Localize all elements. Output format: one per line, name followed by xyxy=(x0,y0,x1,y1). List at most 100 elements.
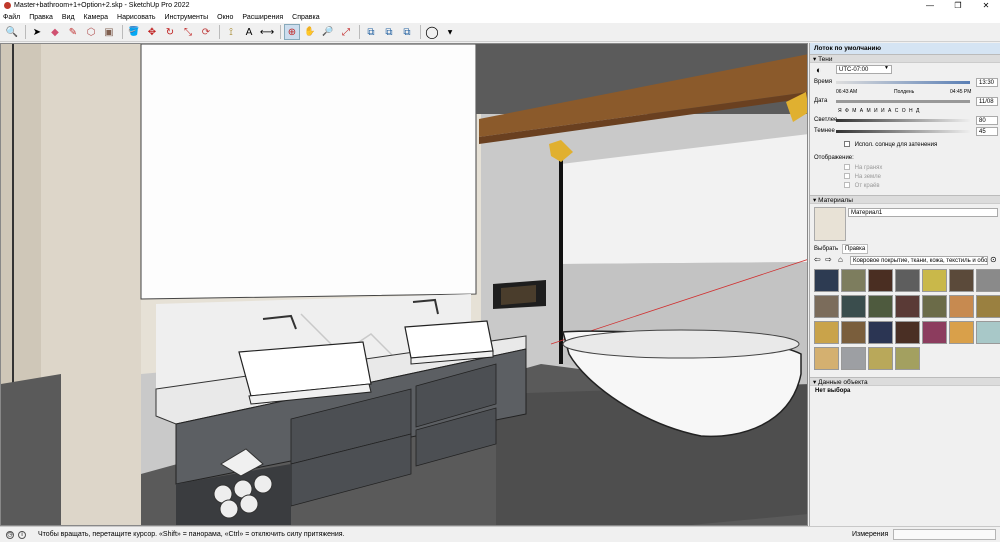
menu-tools[interactable]: Инструменты xyxy=(164,14,208,21)
from-edges-checkbox[interactable] xyxy=(844,182,850,189)
date-field[interactable]: 11/08 xyxy=(976,97,998,106)
scale-icon[interactable]: ⤡ xyxy=(180,24,196,40)
rotate-icon[interactable]: ↻ xyxy=(162,24,178,40)
entity-info-section-header[interactable]: ▾ Данные объекта xyxy=(810,377,1000,386)
material-swatch[interactable] xyxy=(814,295,839,318)
account-icon[interactable]: ◯ xyxy=(424,24,440,40)
details-icon[interactable]: ⊙ xyxy=(990,254,997,265)
info-icon[interactable]: i xyxy=(18,530,26,539)
menu-window[interactable]: Окно xyxy=(217,14,233,21)
zoom-icon[interactable]: 🔎 xyxy=(320,24,336,40)
menu-edit[interactable]: Правка xyxy=(29,14,53,21)
shadow-toggle-icon[interactable]: ◐ xyxy=(816,65,821,76)
material-swatch[interactable] xyxy=(841,269,866,292)
title-bar: Master+bathroom+1+Option+2.skp - SketchU… xyxy=(0,0,1000,11)
chevron-down-icon[interactable]: ▼ xyxy=(442,24,458,40)
text-icon[interactable]: A xyxy=(241,24,257,40)
zoom-extents-icon[interactable]: ⤢ xyxy=(338,24,354,40)
material-swatch[interactable] xyxy=(922,295,947,318)
shapes-icon[interactable]: ⬡ xyxy=(83,24,99,40)
warehouse-icon[interactable]: ⧉ xyxy=(363,24,379,40)
eraser-icon[interactable]: ◆ xyxy=(47,24,63,40)
material-swatch[interactable] xyxy=(949,269,974,292)
time-field[interactable]: 13:30 xyxy=(976,78,998,87)
material-swatch[interactable] xyxy=(976,295,1000,318)
close-button[interactable]: ✕ xyxy=(972,0,1000,11)
material-swatch[interactable] xyxy=(895,295,920,318)
material-swatch[interactable] xyxy=(868,269,893,292)
layout-icon[interactable]: ⧉ xyxy=(399,24,415,40)
toolbar-separator xyxy=(25,25,26,39)
forward-arrow-icon[interactable]: ⇨ xyxy=(825,254,832,265)
material-swatch[interactable] xyxy=(814,347,839,370)
material-swatch[interactable] xyxy=(922,269,947,292)
towel-roll xyxy=(253,474,273,494)
collection-select[interactable]: Ковровое покрытие, ткани, кожа, текстиль… xyxy=(850,256,988,265)
pushpull-icon[interactable]: ▣ xyxy=(101,24,117,40)
material-swatch[interactable] xyxy=(895,347,920,370)
material-swatch[interactable] xyxy=(868,321,893,344)
menu-help[interactable]: Справка xyxy=(292,14,319,21)
dimension-icon[interactable]: ⟷ xyxy=(259,24,275,40)
select-arrow-icon[interactable]: ➤ xyxy=(29,24,45,40)
menu-view[interactable]: Вид xyxy=(62,14,75,21)
on-faces-checkbox[interactable] xyxy=(844,164,850,171)
material-swatch[interactable] xyxy=(949,295,974,318)
maximize-button[interactable]: ❐ xyxy=(944,0,972,11)
search-icon[interactable]: 🔍 xyxy=(4,24,20,40)
menu-extensions[interactable]: Расширения xyxy=(242,14,283,21)
tray-title[interactable]: Лоток по умолчанию xyxy=(810,43,1000,54)
minimize-button[interactable]: — xyxy=(916,0,944,11)
paint-bucket-icon[interactable]: 🪣 xyxy=(126,24,142,40)
menu-draw[interactable]: Нарисовать xyxy=(117,14,155,21)
dark-field[interactable]: 45 xyxy=(976,127,998,136)
status-hint: Чтобы вращать, перетащите курсор. «Shift… xyxy=(38,531,345,538)
offset-icon[interactable]: ⟳ xyxy=(198,24,214,40)
material-swatch[interactable] xyxy=(814,269,839,292)
toolbar-separator xyxy=(219,25,220,39)
material-swatch[interactable] xyxy=(895,321,920,344)
use-sun-checkbox[interactable] xyxy=(844,141,850,148)
materials-section-header[interactable]: ▾ Материалы xyxy=(810,195,1000,204)
light-slider[interactable] xyxy=(836,119,970,122)
on-ground-checkbox[interactable] xyxy=(844,173,850,180)
months-scale: Я Ф М А М И И А С О Н Д xyxy=(838,108,920,114)
default-tray: Лоток по умолчанию ▾ Тени ◐ UTC-07:00 ▼ … xyxy=(809,43,1000,526)
bathroom-scene[interactable] xyxy=(1,44,807,525)
light-field[interactable]: 80 xyxy=(976,116,998,125)
menu-camera[interactable]: Камера xyxy=(84,14,108,21)
material-swatch[interactable] xyxy=(976,321,1000,344)
shadows-section-header[interactable]: ▾ Тени xyxy=(810,54,1000,63)
geolocation-icon[interactable]: ◷ xyxy=(6,530,14,539)
material-swatch[interactable] xyxy=(976,269,1000,292)
material-swatch[interactable] xyxy=(841,347,866,370)
time-slider[interactable] xyxy=(836,81,970,84)
model-viewport[interactable] xyxy=(0,43,808,526)
tab-edit[interactable]: Правка xyxy=(842,244,869,254)
date-slider[interactable] xyxy=(836,100,970,103)
measurements-input[interactable] xyxy=(893,529,996,540)
material-swatch[interactable] xyxy=(841,295,866,318)
dark-label: Темнее xyxy=(814,128,835,134)
material-swatch[interactable] xyxy=(895,269,920,292)
material-swatch[interactable] xyxy=(868,347,893,370)
orbit-icon[interactable]: ⊕ xyxy=(284,24,300,40)
pencil-icon[interactable]: ✎ xyxy=(65,24,81,40)
tab-select[interactable]: Выбрать xyxy=(814,244,838,254)
material-swatch[interactable] xyxy=(841,321,866,344)
material-name-field[interactable]: Материал1 xyxy=(848,208,998,217)
use-sun-label: Испол. солнце для затенения xyxy=(854,142,938,148)
material-swatch[interactable] xyxy=(814,321,839,344)
material-swatch[interactable] xyxy=(949,321,974,344)
tape-measure-icon[interactable]: ⟟ xyxy=(223,24,239,40)
material-swatch[interactable] xyxy=(922,321,947,344)
extension-warehouse-icon[interactable]: ⧉ xyxy=(381,24,397,40)
home-icon[interactable]: ⌂ xyxy=(838,254,843,265)
pan-icon[interactable]: ✋ xyxy=(302,24,318,40)
material-swatch[interactable] xyxy=(868,295,893,318)
back-arrow-icon[interactable]: ⇦ xyxy=(814,254,821,265)
move-icon[interactable]: ✥ xyxy=(144,24,160,40)
dark-slider[interactable] xyxy=(836,130,970,133)
chevron-down-icon: ▾ xyxy=(813,56,817,63)
menu-file[interactable]: Файл xyxy=(3,14,20,21)
